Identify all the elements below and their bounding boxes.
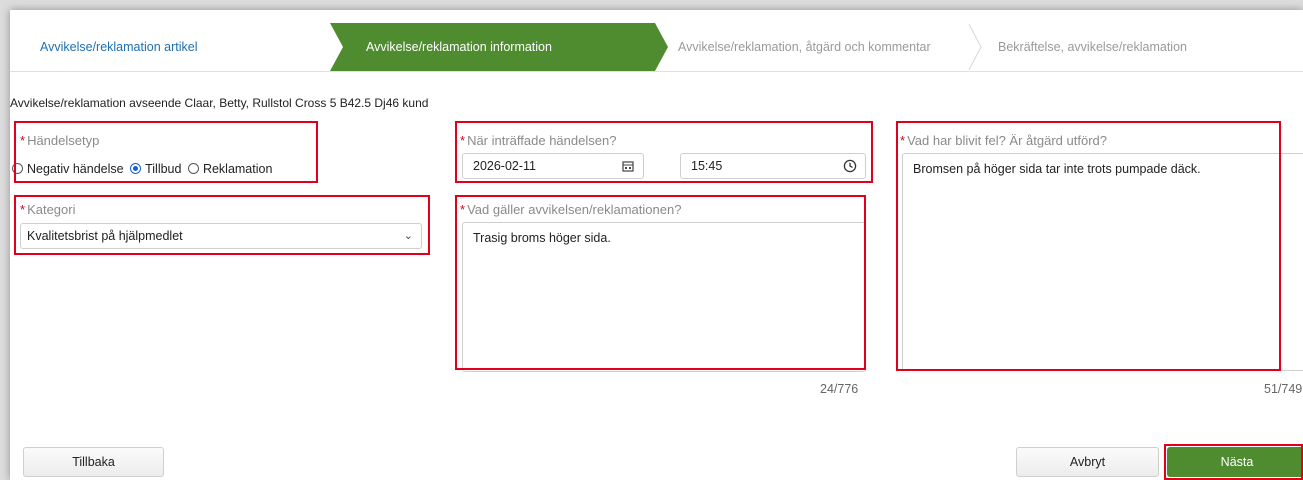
radio-complaint[interactable]: Reklamation — [187, 162, 272, 176]
date-input[interactable]: 2026-02-11 — [462, 153, 644, 179]
category-label: * Kategori — [20, 202, 76, 217]
back-button[interactable]: Tillbaka — [23, 447, 164, 477]
radio-checked-icon — [130, 163, 142, 174]
whats-wrong-char-counter: 51/749 — [1264, 382, 1303, 396]
wizard-step-label: Avvikelse/reklamation information — [366, 40, 552, 54]
radio-unchecked-icon — [12, 163, 23, 174]
dialog-panel: Avvikelse/reklamation artikel Avvikelse/… — [10, 10, 1303, 480]
radio-unchecked-icon — [187, 163, 199, 174]
required-mark: * — [20, 133, 26, 148]
event-type-radio-group: Negativ händelse Tillbud Reklamation — [12, 162, 275, 176]
when-label: * När inträffade händelsen? — [460, 133, 617, 148]
concerns-label: * Vad gäller avvikelsen/reklamationen? — [460, 202, 682, 217]
chevron-down-icon: ⌄ — [403, 230, 413, 242]
concerns-char-counter: 24/776 — [820, 382, 859, 396]
next-button[interactable]: Nästa — [1167, 447, 1303, 477]
time-input[interactable]: 15:45 — [680, 153, 866, 179]
wizard-step-confirmation[interactable]: Bekräftelse, avvikelse/reklamation — [998, 23, 1187, 71]
whats-wrong-label: * Vad har blivit fel? Är åtgärd utförd? — [900, 133, 1107, 148]
clock-icon[interactable] — [843, 159, 857, 173]
event-type-label: * Händelsetyp — [20, 133, 100, 148]
wizard-step-label: Avvikelse/reklamation artikel — [40, 40, 198, 54]
category-select[interactable]: Kvalitetsbrist på hjälpmedlet ⌄ — [20, 223, 422, 249]
subject-text: Avvikelse/reklamation avseende Claar, Be… — [10, 96, 429, 110]
radio-negative-event[interactable]: Negativ händelse — [12, 162, 124, 176]
wizard-step-action-comment[interactable]: Avvikelse/reklamation, åtgärd och kommen… — [678, 23, 931, 71]
concerns-textarea[interactable]: Trasig broms höger sida. — [462, 222, 866, 372]
whats-wrong-textarea[interactable]: Bromsen på höger sida tar inte trots pum… — [902, 153, 1303, 371]
wizard-step-article[interactable]: Avvikelse/reklamation artikel — [40, 23, 197, 71]
wizard-step-information[interactable]: Avvikelse/reklamation information — [330, 23, 668, 71]
wizard-steps: Avvikelse/reklamation artikel Avvikelse/… — [10, 23, 1303, 72]
cancel-button[interactable]: Avbryt — [1016, 447, 1159, 477]
wizard-step-label: Avvikelse/reklamation, åtgärd och kommen… — [678, 40, 931, 54]
radio-incident[interactable]: Tillbud — [130, 162, 181, 176]
calendar-icon[interactable] — [621, 159, 635, 173]
wizard-step-label: Bekräftelse, avvikelse/reklamation — [998, 40, 1187, 54]
chevron-right-icon — [968, 23, 982, 71]
